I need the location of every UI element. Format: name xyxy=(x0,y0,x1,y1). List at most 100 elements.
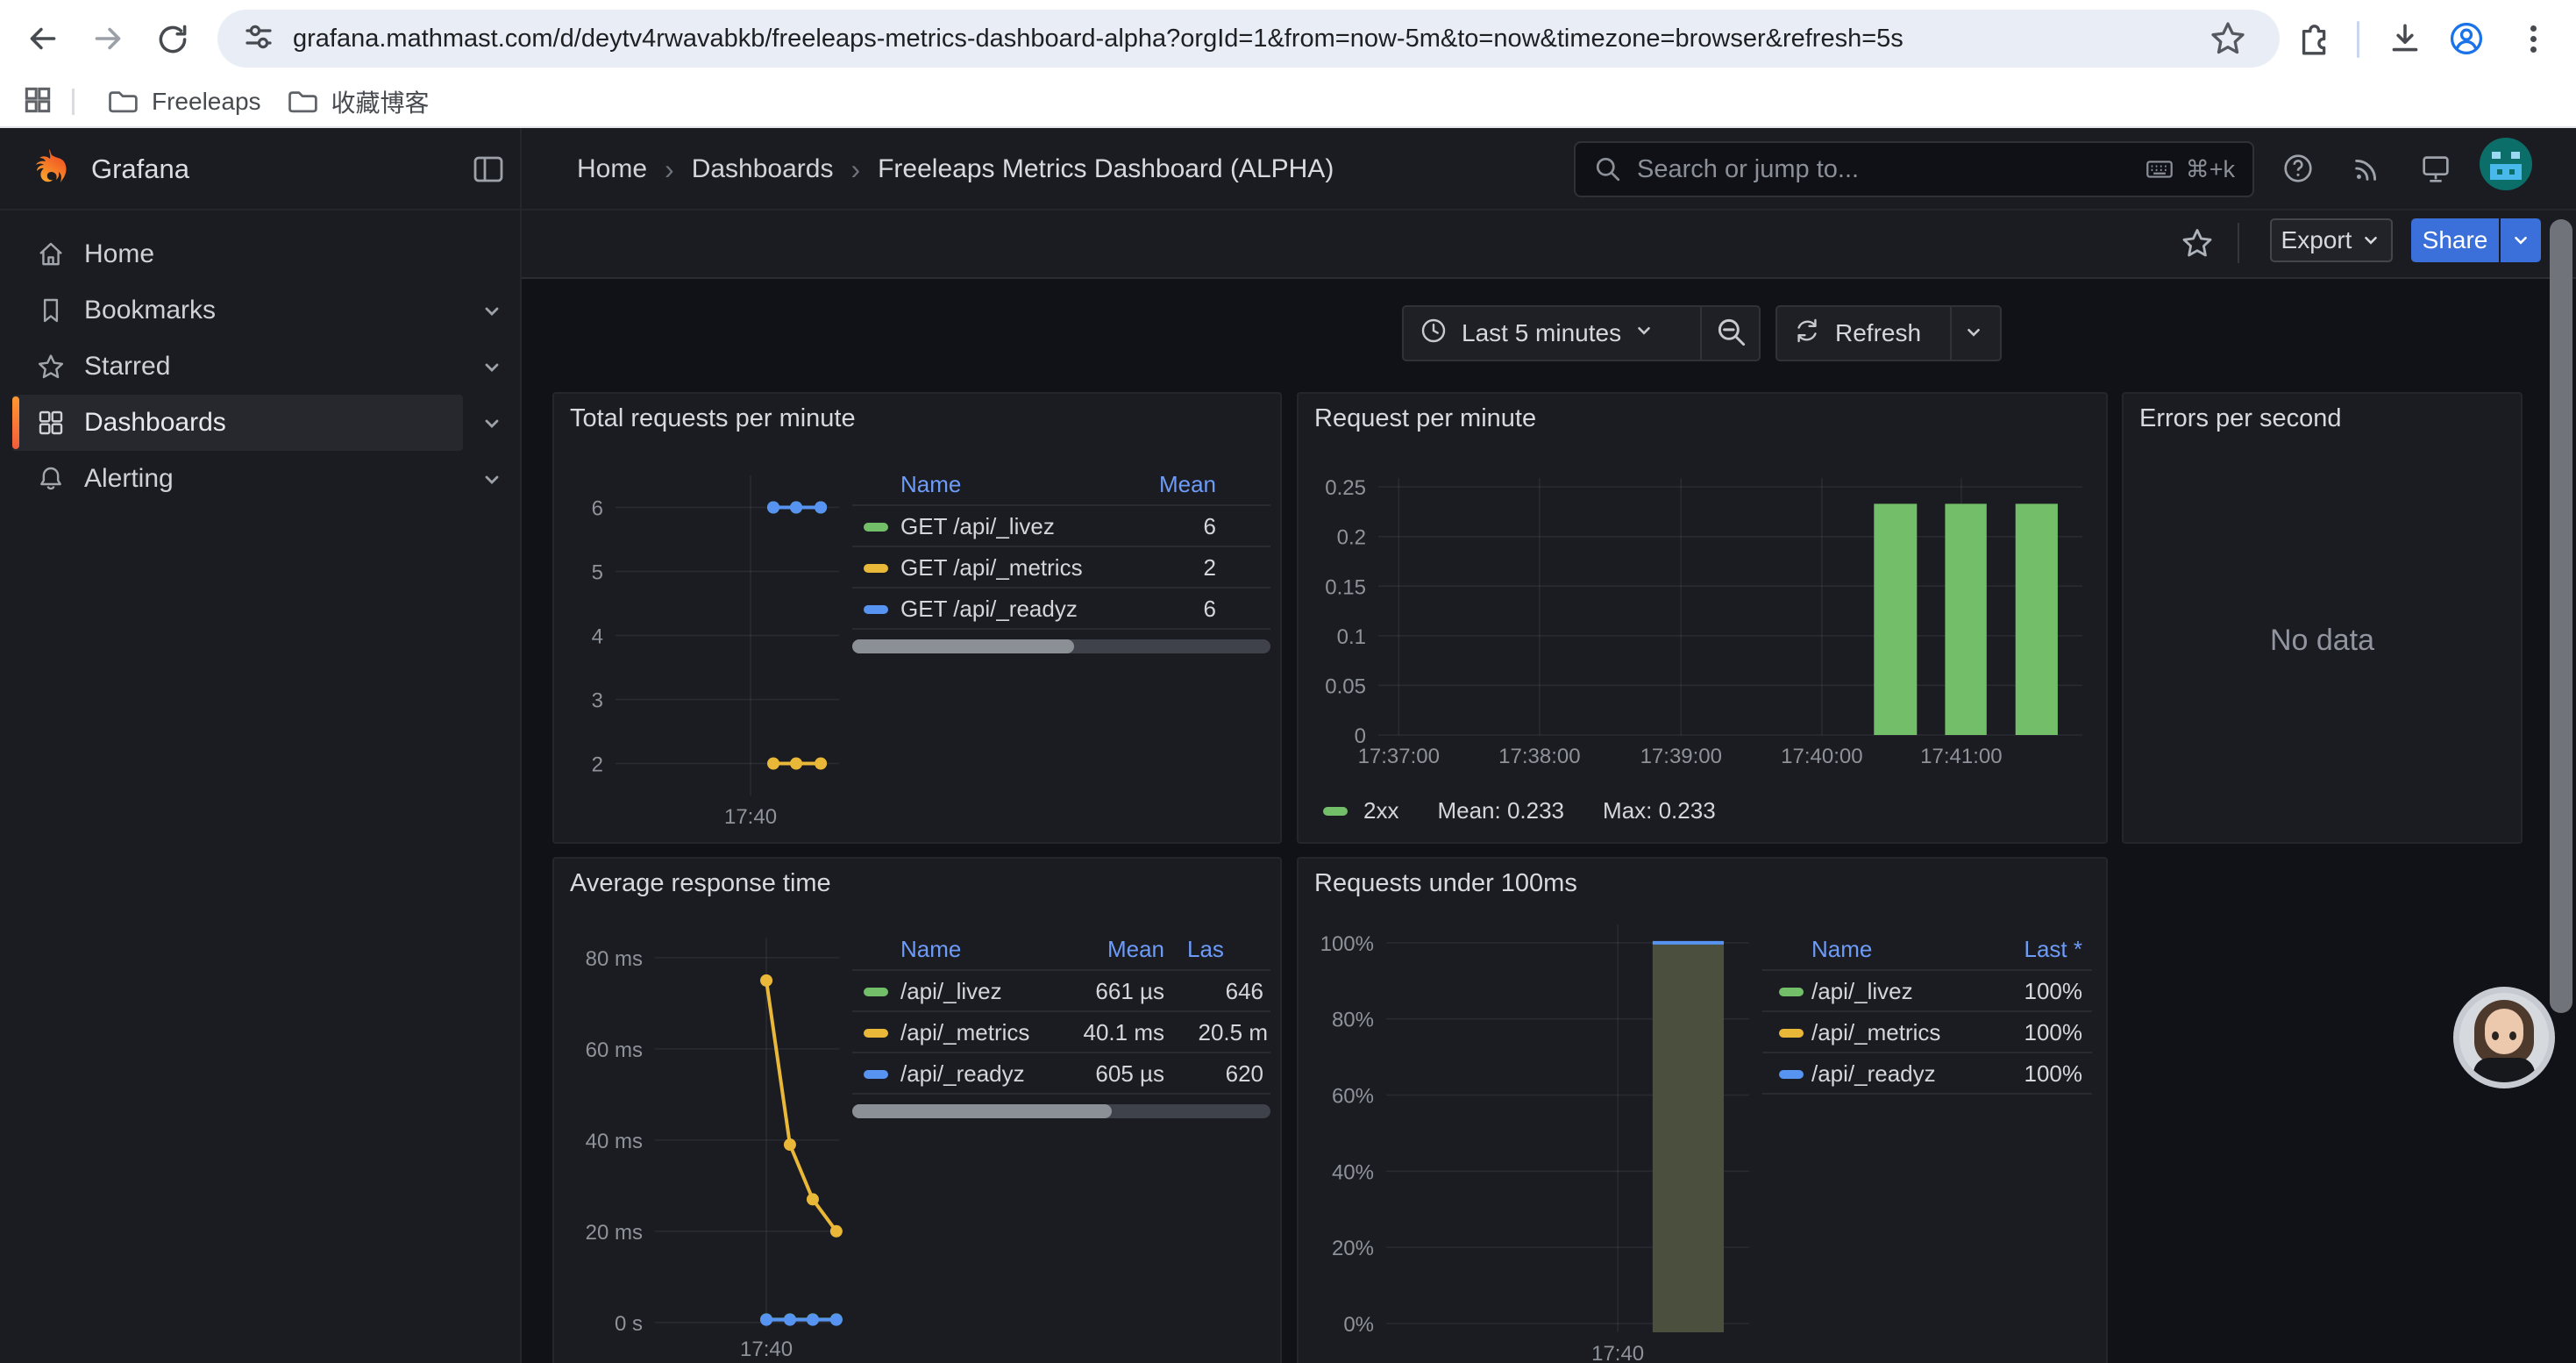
svg-text:2: 2 xyxy=(592,753,603,777)
export-button[interactable]: Export xyxy=(2270,218,2393,262)
svg-text:0.2: 0.2 xyxy=(1337,526,1366,550)
series-swatch xyxy=(1323,807,1348,816)
svg-text:40%: 40% xyxy=(1332,1160,1374,1184)
share-dropdown-button[interactable] xyxy=(2501,218,2541,262)
apps-grid-icon[interactable] xyxy=(21,83,54,121)
help-icon[interactable] xyxy=(2281,151,2316,190)
back-icon[interactable] xyxy=(16,11,70,66)
bookmark-folder-label: 收藏博客 xyxy=(331,84,430,119)
series-mean: Mean: 0.233 xyxy=(1437,797,1564,824)
refresh-interval-dropdown[interactable] xyxy=(1963,321,1984,349)
avatar xyxy=(2459,993,2549,1082)
panel-request-per-minute: Request per minute 0.250.20.150.10.05017… xyxy=(1297,392,2108,844)
floating-assistant-avatar[interactable] xyxy=(2453,987,2555,1088)
svg-text:20 ms: 20 ms xyxy=(586,1221,643,1245)
bookmark-icon xyxy=(35,295,67,331)
svg-text:60 ms: 60 ms xyxy=(586,1038,643,1062)
request-per-minute-chart: 0.250.20.150.10.05017:37:0017:38:0017:39… xyxy=(1299,394,2108,844)
breadcrumb-current: Freeleaps Metrics Dashboard (ALPHA) xyxy=(878,154,1334,184)
forward-icon[interactable] xyxy=(81,11,135,66)
panel-total-requests: Total requests per minute 6543217:40 Nam… xyxy=(552,392,1282,844)
toolbar-divider xyxy=(2357,21,2359,58)
svg-text:17:40:00: 17:40:00 xyxy=(1781,745,1862,768)
series-swatch xyxy=(864,1029,888,1038)
active-indicator xyxy=(12,396,19,449)
profile-icon[interactable] xyxy=(2439,11,2494,66)
legend-table: Name Last * /api/_livez 100% /api/_metri… xyxy=(1762,929,2092,1095)
sidebar-item-bookmarks[interactable]: Bookmarks xyxy=(0,282,522,339)
legend-header: Name Last * xyxy=(1762,929,2092,969)
grafana-logo-icon[interactable] xyxy=(26,146,72,192)
legend-row[interactable]: /api/_livez 661 µs 646 xyxy=(852,969,1270,1010)
browser-menu-icon[interactable] xyxy=(2506,11,2560,66)
chevron-down-icon[interactable] xyxy=(480,412,503,439)
legend-row[interactable]: /api/_livez 100% xyxy=(1762,969,2092,1010)
breadcrumb: Home › Dashboards › Freeleaps Metrics Da… xyxy=(577,128,1334,211)
downloads-icon[interactable] xyxy=(2378,11,2432,66)
reload-icon[interactable] xyxy=(146,11,200,66)
legend-row[interactable]: /api/_readyz 605 µs 620 xyxy=(852,1052,1270,1093)
legend-row[interactable]: GET /api/_readyz 6 xyxy=(852,587,1270,628)
extensions-icon[interactable] xyxy=(2285,11,2339,66)
search-shortcut: ⌘+k xyxy=(2144,153,2235,185)
page-scrollbar[interactable] xyxy=(2550,219,2572,1013)
time-range-label: Last 5 minutes xyxy=(1462,319,1621,347)
kiosk-monitor-icon[interactable] xyxy=(2418,151,2453,190)
keyboard-icon xyxy=(2144,153,2175,185)
legend-scrollbar[interactable] xyxy=(852,1104,1270,1118)
legend-row[interactable]: GET /api/_livez 6 xyxy=(852,504,1270,546)
legend-table: Name Mean GET /api/_livez 6 GET /api/_me… xyxy=(852,464,1270,653)
url-text[interactable]: grafana.mathmast.com/d/deytv4rwavabkb/fr… xyxy=(293,25,1904,54)
legend-row[interactable]: /api/_metrics 100% xyxy=(1762,1010,2092,1052)
user-avatar[interactable] xyxy=(2480,138,2532,190)
dashboards-grid-icon xyxy=(35,407,67,443)
chevron-down-icon xyxy=(1633,319,1654,347)
grafana-topnav: Grafana Home › Dashboards › Freeleaps Me… xyxy=(0,128,2576,211)
panel-errors-per-second: Errors per second No data xyxy=(2122,392,2523,844)
legend-row[interactable]: GET /api/_metrics 2 xyxy=(852,546,1270,587)
chevron-down-icon[interactable] xyxy=(480,300,503,327)
news-rss-icon[interactable] xyxy=(2350,151,2385,190)
svg-text:17:37:00: 17:37:00 xyxy=(1358,745,1440,768)
legend-row[interactable]: /api/_metrics 40.1 ms 20.5 m xyxy=(852,1010,1270,1052)
bookmark-star-icon[interactable] xyxy=(2208,18,2248,63)
time-range-picker[interactable]: Last 5 minutes xyxy=(1402,305,1761,361)
sidebar: Home Bookmarks Starred xyxy=(0,211,522,1363)
bookmark-folder-freeleaps[interactable]: Freeleaps xyxy=(94,82,274,122)
svg-text:100%: 100% xyxy=(1320,932,1374,956)
sidebar-item-home[interactable]: Home xyxy=(0,226,522,282)
chevron-down-icon[interactable] xyxy=(480,356,503,383)
search-input[interactable]: Search or jump to... ⌘+k xyxy=(1574,141,2254,197)
site-settings-icon[interactable] xyxy=(240,18,277,60)
favorite-star-icon[interactable] xyxy=(2179,225,2216,266)
breadcrumb-home[interactable]: Home xyxy=(577,154,647,184)
series-swatch xyxy=(864,523,888,532)
refresh-button[interactable]: Refresh xyxy=(1775,305,2002,361)
breadcrumb-dashboards[interactable]: Dashboards xyxy=(692,154,834,184)
bookmark-folder-label: Freeleaps xyxy=(152,88,261,116)
dashboard-header: Export Share xyxy=(522,211,2576,279)
series-name[interactable]: 2xx xyxy=(1363,797,1398,824)
zoom-out-icon[interactable] xyxy=(1712,313,1751,358)
svg-text:20%: 20% xyxy=(1332,1237,1374,1260)
sidebar-item-starred[interactable]: Starred xyxy=(0,339,522,395)
legend-row[interactable]: /api/_readyz 100% xyxy=(1762,1052,2092,1093)
share-button[interactable]: Share xyxy=(2411,218,2499,262)
clock-icon xyxy=(1418,315,1449,353)
legend-scrollbar[interactable] xyxy=(852,639,1270,653)
sidebar-item-dashboards[interactable]: Dashboards xyxy=(0,395,522,451)
dock-sidebar-icon[interactable] xyxy=(470,151,507,192)
chevron-down-icon[interactable] xyxy=(480,468,503,496)
panel-title[interactable]: Errors per second xyxy=(2139,404,2342,433)
series-swatch xyxy=(864,988,888,996)
bookmark-folder-blogs[interactable]: 收藏博客 xyxy=(274,82,442,122)
svg-text:17:41:00: 17:41:00 xyxy=(1920,745,2002,768)
svg-text:40 ms: 40 ms xyxy=(586,1130,643,1153)
url-bar[interactable]: grafana.mathmast.com/d/deytv4rwavabkb/fr… xyxy=(217,10,2280,68)
sidebar-item-alerting[interactable]: Alerting xyxy=(0,451,522,507)
svg-text:6: 6 xyxy=(592,497,603,521)
chevron-down-icon xyxy=(2510,230,2531,251)
bookmarks-divider xyxy=(72,89,75,115)
panel-average-response-time: Average response time 80 ms60 ms40 ms20 … xyxy=(552,857,1282,1363)
svg-text:80%: 80% xyxy=(1332,1009,1374,1032)
